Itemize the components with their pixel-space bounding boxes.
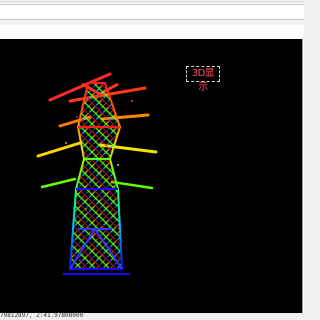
toolbar-area bbox=[0, 4, 305, 20]
right-scrollbar-gutter[interactable] bbox=[304, 0, 320, 320]
coordinate-readout: 79812897, Z:41.97808000 bbox=[0, 312, 84, 319]
3d-viewport[interactable] bbox=[0, 39, 303, 315]
point-cloud-render[interactable] bbox=[0, 39, 303, 315]
top-separator bbox=[0, 1, 320, 2]
3d-display-button[interactable]: 3D显示 bbox=[186, 66, 220, 93]
window-top-chrome bbox=[0, 0, 320, 25]
